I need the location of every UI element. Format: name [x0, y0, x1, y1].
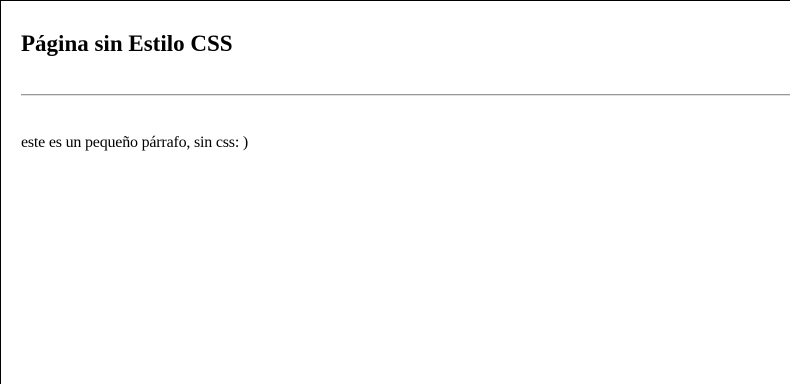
page-viewport: Página sin Estilo CSS este es un pequeño… — [0, 0, 790, 384]
horizontal-divider — [21, 94, 790, 96]
page-title: Página sin Estilo CSS — [21, 31, 233, 56]
body-paragraph: este es un pequeño párrafo, sin css: ) — [21, 134, 248, 151]
